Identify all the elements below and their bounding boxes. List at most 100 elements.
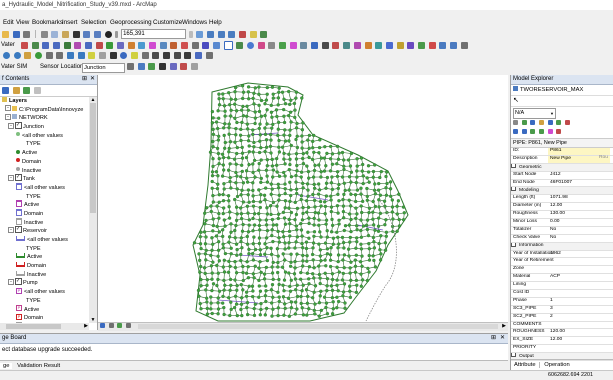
nav-add-icon[interactable] bbox=[522, 120, 527, 125]
wq-icon[interactable] bbox=[386, 42, 393, 49]
fire-flow-icon[interactable] bbox=[365, 42, 372, 49]
property-value[interactable]: 1962 bbox=[548, 251, 561, 258]
menu-insert[interactable]: Insert bbox=[62, 19, 77, 26]
grid-property-row[interactable]: Length (ft)1071.98 bbox=[511, 195, 613, 203]
toc-layer-row[interactable]: −✓Reservoir bbox=[2, 227, 90, 236]
collapse-icon[interactable]: − bbox=[5, 114, 11, 120]
menu-geoprocessing[interactable]: Geoprocessing bbox=[110, 19, 152, 26]
grid-property-row[interactable]: SC3_PIPE3 bbox=[511, 306, 613, 314]
stats-icon[interactable] bbox=[332, 42, 339, 49]
grid-property-row[interactable]: Start NodeJ412 bbox=[511, 172, 613, 180]
graph-icon[interactable] bbox=[138, 42, 145, 49]
grid-property-row[interactable]: Year of Installation1962 bbox=[511, 251, 613, 259]
pan-icon[interactable] bbox=[24, 52, 31, 59]
nav-locate-icon[interactable] bbox=[556, 129, 561, 134]
zoom-in-icon[interactable] bbox=[3, 52, 10, 59]
run-icon[interactable] bbox=[106, 42, 113, 49]
back-icon[interactable] bbox=[67, 52, 74, 59]
pump-tool-icon[interactable] bbox=[74, 42, 81, 49]
flow-icon[interactable] bbox=[279, 42, 286, 49]
table-icon[interactable] bbox=[207, 31, 214, 38]
html-popup-icon[interactable] bbox=[142, 52, 149, 59]
reservoir-symbol-icon[interactable] bbox=[16, 236, 25, 241]
color-coding-icon[interactable] bbox=[213, 42, 220, 49]
property-value[interactable]: 2 bbox=[548, 314, 553, 321]
fixed-zoom-in-icon[interactable] bbox=[46, 52, 53, 59]
tank-symbol-icon[interactable] bbox=[16, 200, 22, 207]
tab-attribute[interactable]: Attribute bbox=[511, 362, 540, 368]
create-viewer-icon[interactable] bbox=[206, 52, 213, 59]
reservoir-symbol-icon[interactable] bbox=[16, 262, 25, 267]
pause-icon[interactable] bbox=[126, 323, 131, 328]
layout-view-icon[interactable] bbox=[109, 323, 114, 328]
nav-first-icon[interactable] bbox=[513, 120, 518, 125]
layer-checkbox[interactable]: ✓ bbox=[15, 122, 22, 129]
compare-icon[interactable] bbox=[429, 42, 436, 49]
scenario-row[interactable]: TWORESERVOIR_MAX bbox=[511, 85, 613, 96]
toc-symbol-row[interactable]: <all other values bbox=[2, 236, 90, 245]
nav-copy-icon[interactable] bbox=[539, 120, 544, 125]
route-icon[interactable] bbox=[174, 52, 181, 59]
property-value[interactable]: 1 bbox=[548, 298, 553, 305]
map-view[interactable] bbox=[98, 75, 508, 322]
settings-icon[interactable] bbox=[461, 42, 468, 49]
section-expand-icon[interactable] bbox=[511, 353, 516, 357]
paste-icon[interactable] bbox=[62, 31, 69, 38]
grid-property-row[interactable]: End Node46F01007 bbox=[511, 180, 613, 188]
grid-property-row[interactable]: ROUGHNESS120.00 bbox=[511, 329, 613, 337]
layer-checkbox[interactable]: ✓ bbox=[15, 278, 22, 285]
grid-property-row[interactable]: Minor Loss0.00 bbox=[511, 219, 613, 227]
toc-horizontal-scrollbar[interactable]: ▶ bbox=[0, 323, 89, 330]
property-value[interactable]: 12.00 bbox=[548, 203, 562, 210]
junction-symbol-icon[interactable] bbox=[16, 167, 20, 171]
explorer-pointer-icon[interactable]: ↖ bbox=[511, 97, 519, 104]
refresh-icon[interactable] bbox=[117, 323, 122, 328]
search-window-icon[interactable] bbox=[228, 31, 235, 38]
toc-layer-row[interactable]: −✓Junction bbox=[2, 123, 90, 132]
grid-property-row[interactable]: Roughness130.00 bbox=[511, 211, 613, 219]
locate-icon[interactable] bbox=[181, 42, 188, 49]
toc-symbol-row[interactable]: Domain bbox=[2, 158, 90, 167]
sensor-table-icon[interactable] bbox=[138, 63, 145, 70]
catalog-icon[interactable] bbox=[218, 31, 225, 38]
map-h-scroll-thumb[interactable] bbox=[138, 324, 498, 329]
section-expand-icon[interactable] bbox=[511, 187, 516, 191]
sensor-remove-icon[interactable] bbox=[180, 63, 187, 70]
collapse-icon[interactable]: − bbox=[8, 279, 14, 285]
property-value[interactable]: 46F01007 bbox=[548, 180, 572, 187]
toc-vertical-scrollbar[interactable]: ▲ ▼ bbox=[89, 97, 97, 323]
grid-property-row[interactable]: DescriptionNew Pipe bbox=[511, 156, 613, 164]
delete-icon[interactable] bbox=[73, 31, 80, 38]
add-data-dropdown-icon[interactable] bbox=[115, 31, 118, 38]
dot-icon[interactable] bbox=[247, 42, 254, 49]
grid-property-row[interactable]: Diameter (in)12.00 bbox=[511, 203, 613, 211]
link-icon[interactable] bbox=[258, 42, 265, 49]
forward-icon[interactable] bbox=[78, 52, 85, 59]
zoom-out-icon[interactable] bbox=[14, 52, 21, 59]
tab-operation[interactable]: Operation bbox=[541, 362, 572, 368]
junction-symbol-icon[interactable] bbox=[16, 150, 20, 154]
find-icon[interactable] bbox=[163, 52, 170, 59]
grid-property-row[interactable]: Check ValveNo bbox=[511, 235, 613, 243]
network-icon[interactable] bbox=[21, 42, 28, 49]
section-expand-icon[interactable] bbox=[511, 164, 516, 168]
reservoir-symbol-icon[interactable] bbox=[16, 271, 25, 276]
collapse-icon[interactable]: − bbox=[8, 175, 14, 181]
sensor-location-select[interactable]: Junction bbox=[82, 63, 125, 73]
measure-tool-icon[interactable] bbox=[152, 52, 159, 59]
tank-tool-icon[interactable] bbox=[53, 42, 60, 49]
menu-bookmarks[interactable]: Bookmarks bbox=[32, 19, 63, 26]
property-value[interactable]: J412 bbox=[548, 172, 561, 179]
menu-customize[interactable]: Customize bbox=[153, 19, 182, 26]
calibrate-icon[interactable] bbox=[375, 42, 382, 49]
message-board-close-icon[interactable]: ✕ bbox=[500, 334, 505, 343]
pump-symbol-icon[interactable]: P bbox=[16, 288, 22, 294]
tank-symbol-icon[interactable] bbox=[16, 183, 22, 190]
sensor-options-icon[interactable] bbox=[191, 63, 198, 70]
property-value[interactable]: No bbox=[548, 227, 556, 234]
model-builder-icon[interactable] bbox=[260, 31, 267, 38]
path-node[interactable]: −C:\ProgramData\Innovyze bbox=[2, 106, 90, 115]
junction-symbol-icon[interactable] bbox=[16, 158, 20, 162]
collapse-icon[interactable]: − bbox=[8, 227, 14, 233]
goto-xy-icon[interactable] bbox=[184, 52, 191, 59]
